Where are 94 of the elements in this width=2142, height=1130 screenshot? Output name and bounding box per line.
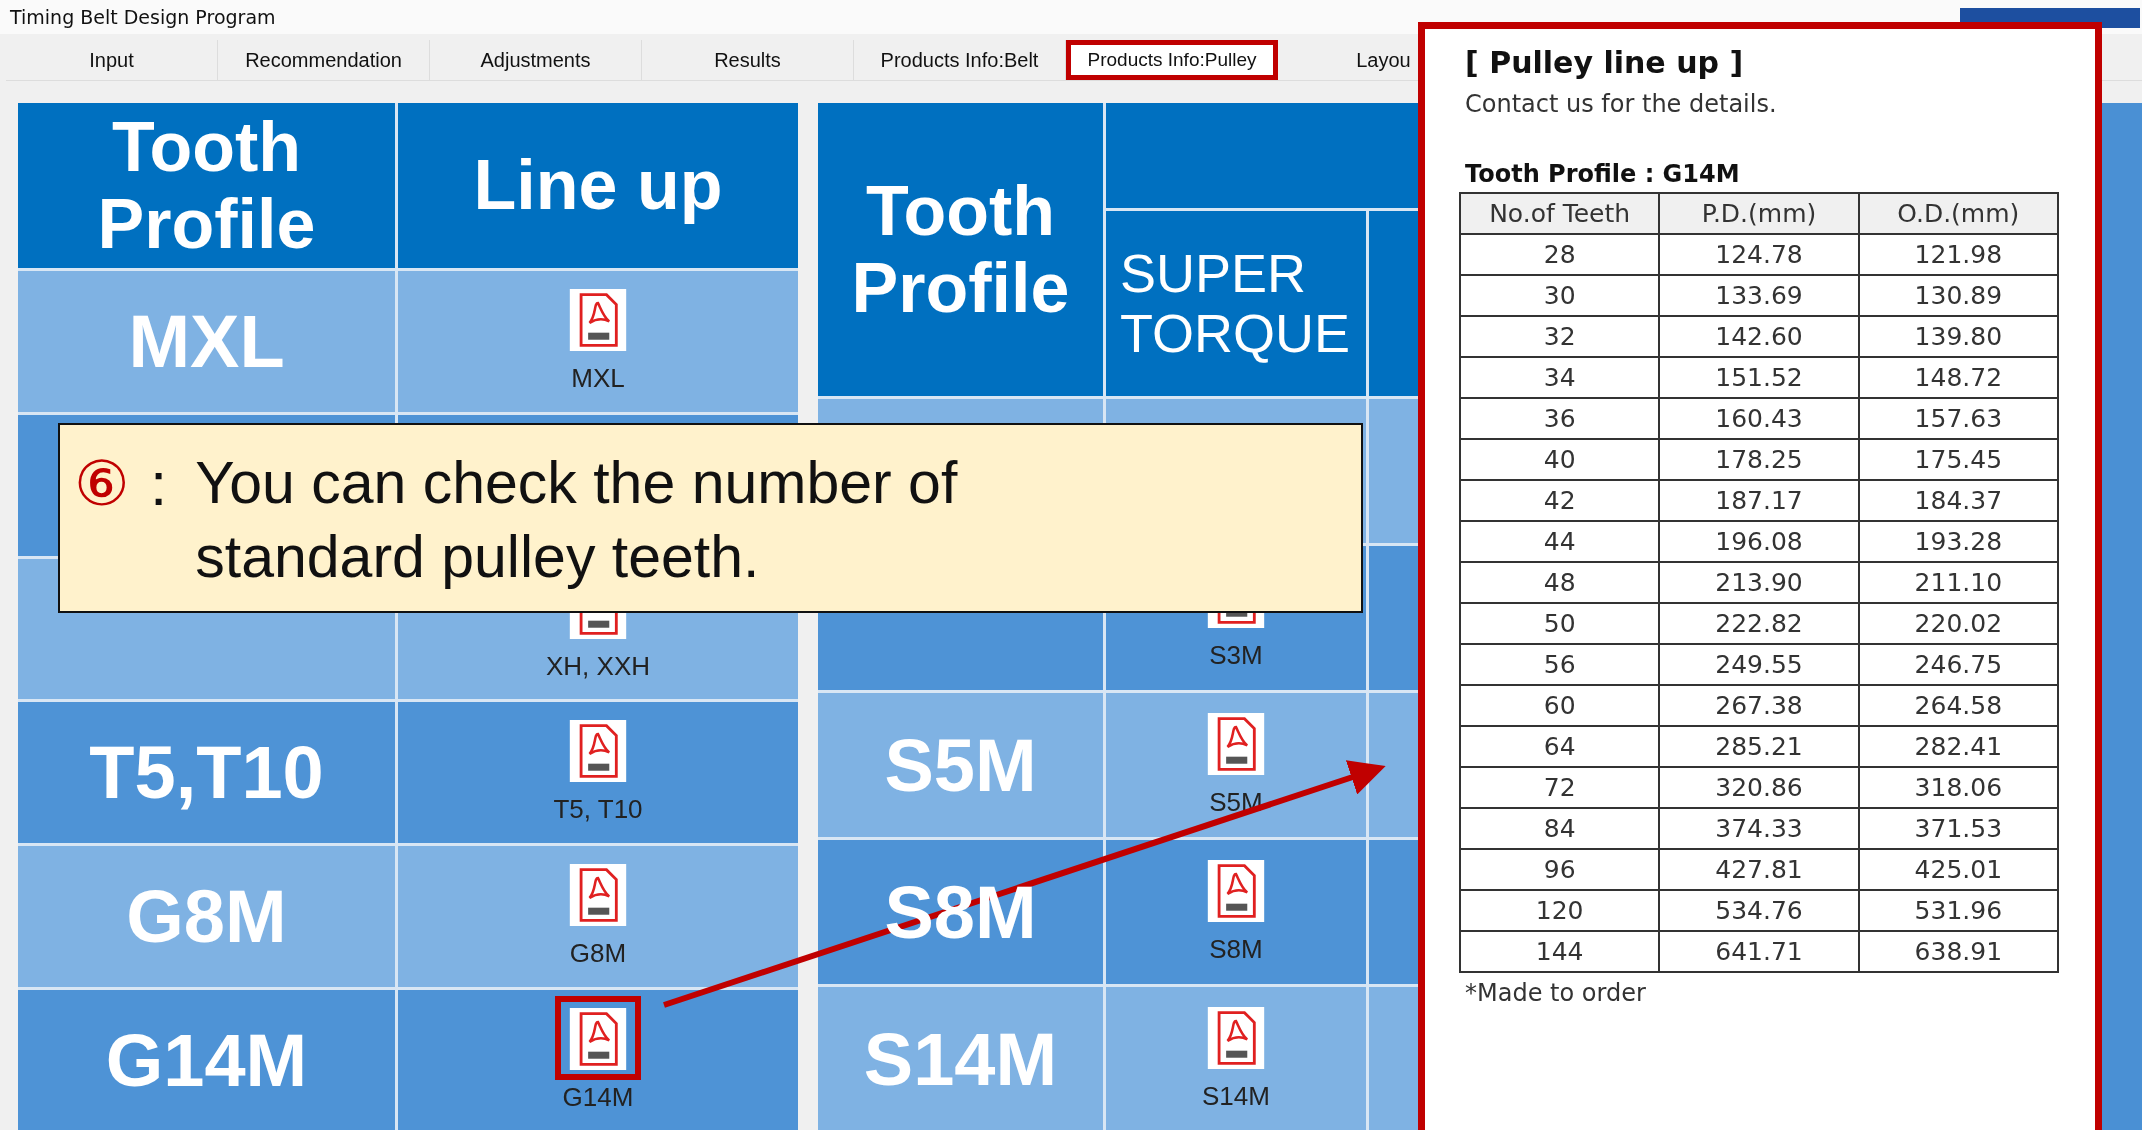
pdf-icon[interactable] — [1207, 859, 1265, 922]
table-cell: 320.86 — [1659, 767, 1859, 808]
table-cell: 130.89 — [1858, 275, 2058, 316]
table-cell: 222.82 — [1659, 603, 1859, 644]
profile-label: G14M — [105, 1018, 308, 1104]
table-cell: 124.78 — [1659, 234, 1859, 275]
tab[interactable]: Products Info:Pulley — [1066, 40, 1278, 80]
table-cell: 371.53 — [1858, 808, 2058, 849]
table-cell: 133.69 — [1659, 275, 1859, 316]
table-cell: 120 — [1460, 890, 1660, 931]
profile-label: T5,T10 — [89, 730, 324, 816]
table-cell: 144 — [1460, 931, 1660, 972]
table-cell: 28 — [1460, 234, 1660, 275]
pdf-icon[interactable] — [569, 864, 627, 927]
separator-label: : — [150, 448, 168, 520]
window-title: Timing Belt Design Program — [10, 6, 276, 28]
table-cell: 374.33 — [1659, 808, 1859, 849]
table-cell: 121.98 — [1858, 234, 2058, 275]
column-header: P.D.(mm) — [1659, 193, 1859, 234]
table-cell: 48 — [1460, 562, 1660, 603]
table-cell: 178.25 — [1659, 439, 1859, 480]
tab[interactable]: Adjustments — [430, 40, 642, 80]
step-number: ⑥ — [74, 448, 130, 520]
tab[interactable]: Recommendation — [218, 40, 430, 80]
tab[interactable]: Results — [642, 40, 854, 80]
table-cell: 30 — [1460, 275, 1660, 316]
table-cell: 72 — [1460, 767, 1660, 808]
table-cell: 285.21 — [1659, 726, 1859, 767]
header-label: Tooth Profile — [850, 172, 1071, 327]
table-cell: 187.17 — [1659, 480, 1859, 521]
table-cell: 32 — [1460, 316, 1660, 357]
profile-heading: Tooth Profile : G14M — [1465, 160, 1741, 188]
file-label: S3M — [1209, 639, 1263, 671]
table-cell: 282.41 — [1858, 726, 2058, 767]
file-label: S8M — [1209, 933, 1263, 965]
table-cell: 193.28 — [1858, 521, 2058, 562]
table-cell: 42 — [1460, 480, 1660, 521]
table-cell: 220.02 — [1858, 603, 2058, 644]
header-label: SUPER TORQUE — [1120, 244, 1352, 363]
file-label: XH, XXH — [546, 650, 650, 682]
table-cell: 142.60 — [1659, 316, 1859, 357]
header-label: Tooth Profile — [96, 108, 317, 263]
table-cell: 531.96 — [1858, 890, 2058, 931]
profile-label: MXL — [128, 298, 285, 384]
file-label: T5, T10 — [553, 794, 643, 826]
pdf-icon[interactable] — [1207, 712, 1265, 775]
table-cell: 211.10 — [1858, 562, 2058, 603]
table-cell: 36 — [1460, 398, 1660, 439]
table-cell: 534.76 — [1659, 890, 1859, 931]
table-cell: 56 — [1460, 644, 1660, 685]
profile-label: S5M — [884, 722, 1037, 808]
pdf-icon[interactable] — [569, 1008, 627, 1071]
table-cell: 151.52 — [1659, 357, 1859, 398]
table-cell: 160.43 — [1659, 398, 1859, 439]
table-cell: 264.58 — [1858, 685, 2058, 726]
table-cell: 318.06 — [1858, 767, 2058, 808]
table-cell: 34 — [1460, 357, 1660, 398]
table-cell: 148.72 — [1858, 357, 2058, 398]
table-cell: 96 — [1460, 849, 1660, 890]
table-cell: 40 — [1460, 439, 1660, 480]
table-cell: 84 — [1460, 808, 1660, 849]
column-header: No.of Teeth — [1460, 193, 1660, 234]
profile-label: S14M — [863, 1016, 1058, 1102]
pdf-icon[interactable] — [1207, 1006, 1265, 1069]
table-cell: 427.81 — [1659, 849, 1859, 890]
popup-note: Contact us for the details. — [1465, 90, 1778, 118]
file-label: G8M — [569, 938, 627, 970]
table-cell: 60 — [1460, 685, 1660, 726]
callout-text: You can check the number of standard pulley teeth. — [195, 449, 959, 592]
table-cell: 44 — [1460, 521, 1660, 562]
table-cell: 641.71 — [1659, 931, 1859, 972]
table-cell: 50 — [1460, 603, 1660, 644]
table-cell: 157.63 — [1858, 398, 2058, 439]
table-cell: 175.45 — [1858, 439, 2058, 480]
column-header: O.D.(mm) — [1858, 193, 2058, 234]
table-cell: 184.37 — [1858, 480, 2058, 521]
table-cell: 425.01 — [1858, 849, 2058, 890]
footnote: *Made to order — [1465, 979, 1647, 1007]
table-cell: 267.38 — [1659, 685, 1859, 726]
file-label: MXL — [571, 362, 625, 394]
table-cell: 249.55 — [1659, 644, 1859, 685]
profile-label: G8M — [126, 874, 287, 960]
table-cell: 246.75 — [1858, 644, 2058, 685]
table-cell: 139.80 — [1858, 316, 2058, 357]
pdf-icon[interactable] — [569, 288, 627, 351]
table-cell: 196.08 — [1659, 521, 1859, 562]
file-label: G14M — [562, 1082, 634, 1114]
tab[interactable]: Input — [6, 40, 218, 80]
table-cell: 213.90 — [1659, 562, 1859, 603]
table-cell: 64 — [1460, 726, 1660, 767]
file-label: S14M — [1202, 1080, 1270, 1112]
table-cell: 638.91 — [1858, 931, 2058, 972]
pdf-icon[interactable] — [569, 720, 627, 783]
header-label: Line up — [473, 147, 723, 224]
